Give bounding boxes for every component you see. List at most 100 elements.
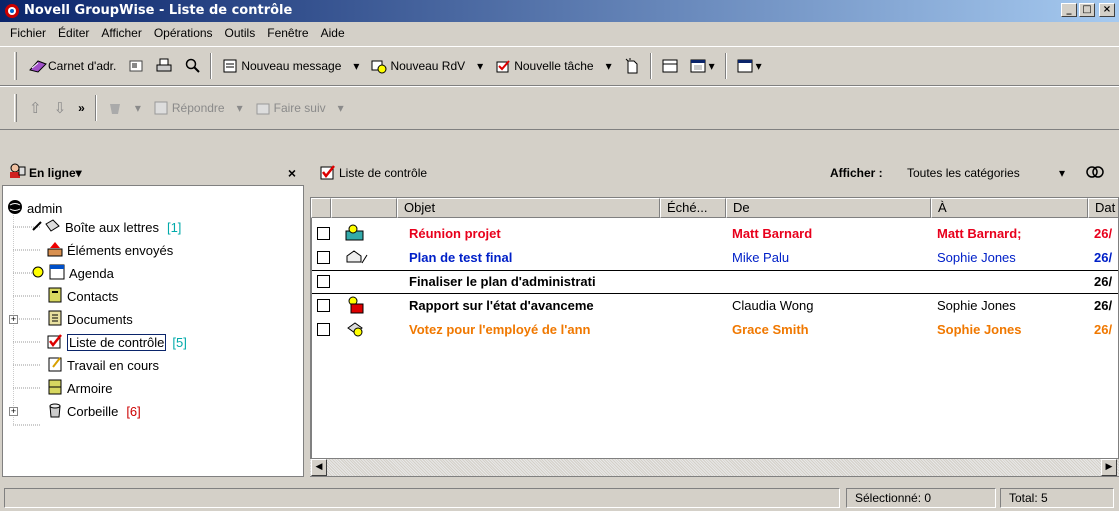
- online-mode-label[interactable]: En ligne: [29, 166, 76, 180]
- print-button[interactable]: [150, 54, 178, 78]
- tree-item-label: Contacts: [67, 288, 119, 304]
- date-cell: 26/: [1094, 298, 1113, 313]
- complete-checkbox[interactable]: [317, 299, 330, 312]
- tree-item-calendar[interactable]: Agenda: [31, 262, 114, 284]
- column-header-date[interactable]: Dat: [1088, 198, 1118, 218]
- menu-aide[interactable]: Aide: [315, 26, 351, 40]
- cleanup-button[interactable]: [101, 96, 129, 120]
- column-header-from[interactable]: De: [726, 198, 931, 218]
- column-header-icon[interactable]: [331, 198, 397, 218]
- table-row[interactable]: Votez pour l'employé de l'ann Grace Smith…: [311, 318, 1118, 342]
- horizontal-scrollbar[interactable]: ◀ ▶: [310, 458, 1119, 476]
- tree-item-sent[interactable]: Éléments envoyés: [47, 239, 173, 261]
- chevron-down-icon: ▾: [605, 59, 612, 73]
- documents-icon: [47, 310, 63, 329]
- new-message-button[interactable]: Nouveau message: [216, 54, 347, 78]
- new-document-icon: [624, 58, 640, 74]
- address-book-button[interactable]: Carnet d'adr.: [23, 54, 122, 78]
- item-type-icon: [345, 296, 367, 317]
- reply-label: Répondre: [171, 101, 225, 115]
- new-task-label: Nouvelle tâche: [514, 59, 594, 73]
- preview-pane-icon: [662, 58, 678, 74]
- close-panel-button[interactable]: ×: [288, 165, 296, 181]
- tree-item-label: Boîte aux lettres: [65, 219, 159, 235]
- find-more-icon[interactable]: [1086, 165, 1104, 182]
- new-task-button[interactable]: Nouvelle tâche: [489, 54, 599, 78]
- toolbar-overflow-button[interactable]: »: [72, 96, 91, 120]
- arrow-up-icon: ⇧: [29, 100, 42, 117]
- to-cell: Matt Barnard;: [937, 226, 1022, 241]
- forward-dropdown[interactable]: ▾: [332, 96, 350, 120]
- menu-outils[interactable]: Outils: [219, 26, 262, 40]
- menu-operations[interactable]: Opérations: [148, 26, 219, 40]
- toolbar-grip[interactable]: [14, 94, 17, 122]
- complete-checkbox[interactable]: [317, 323, 330, 336]
- search-button[interactable]: [178, 54, 206, 78]
- layout-button[interactable]: ▾: [731, 54, 768, 78]
- maximize-button[interactable]: □: [1079, 3, 1095, 17]
- table-row[interactable]: Rapport sur l'état d'avanceme Claudia Won…: [311, 294, 1118, 318]
- new-message-label: Nouveau message: [241, 59, 342, 73]
- minimize-button[interactable]: _: [1061, 3, 1077, 17]
- date-cell: 26/: [1094, 322, 1113, 337]
- menu-fenetre[interactable]: Fenêtre: [261, 26, 314, 40]
- table-row[interactable]: Plan de test final Mike Palu Sophie Jones 2…: [311, 246, 1118, 270]
- column-header-to[interactable]: À: [931, 198, 1088, 218]
- address-book-icon: [29, 58, 47, 74]
- cleanup-dropdown[interactable]: ▾: [129, 96, 147, 120]
- mailbox-icon: [31, 218, 61, 237]
- reply-dropdown[interactable]: ▾: [231, 96, 249, 120]
- tree-item-mailbox[interactable]: Boîte aux lettres [1]: [31, 216, 181, 238]
- clock-icon: [31, 265, 45, 282]
- complete-checkbox[interactable]: [317, 275, 330, 288]
- tree-item-trash[interactable]: Corbeille [6]: [47, 400, 141, 422]
- status-message-pane: [4, 488, 840, 508]
- new-message-dropdown[interactable]: ▾: [347, 54, 365, 78]
- view-button[interactable]: ▾: [684, 54, 721, 78]
- checklist-icon: [320, 164, 336, 183]
- from-cell: Mike Palu: [732, 250, 790, 265]
- table-row[interactable]: Réunion projet Matt Barnard Matt Barnard; 2…: [311, 222, 1118, 246]
- complete-checkbox[interactable]: [317, 227, 330, 240]
- previous-item-button[interactable]: ⇧: [23, 96, 48, 120]
- expand-documents-toggle[interactable]: +: [9, 315, 18, 324]
- tree-item-label: Travail en cours: [67, 357, 159, 373]
- tree-item-cabinet[interactable]: Armoire: [47, 377, 113, 399]
- chevron-down-icon[interactable]: ▾: [1059, 166, 1065, 180]
- new-document-button[interactable]: [618, 54, 646, 78]
- calendar-icon: [49, 264, 65, 283]
- item-toolbar: ⇧ ⇩ » ▾ Répondre ▾ Faire suiv ▾: [0, 86, 1119, 130]
- selected-count: Sélectionné: 0: [846, 488, 996, 508]
- tree-item-label: Documents: [67, 311, 133, 327]
- category-filter[interactable]: Toutes les catégories: [907, 166, 1020, 180]
- complete-checkbox[interactable]: [317, 251, 330, 264]
- menu-editer[interactable]: Éditer: [52, 26, 95, 40]
- tree-item-checklist[interactable]: Liste de contrôle [5]: [47, 331, 187, 353]
- chevron-down-icon[interactable]: ▾: [76, 166, 82, 180]
- scroll-left-button[interactable]: ◀: [311, 459, 327, 476]
- column-header-subject[interactable]: Objet: [397, 198, 660, 218]
- menu-fichier[interactable]: Fichier: [4, 26, 52, 40]
- column-header-checkbox[interactable]: [311, 198, 331, 218]
- tree-item-work-in-progress[interactable]: Travail en cours: [47, 354, 159, 376]
- tree-item-documents[interactable]: Documents: [47, 308, 133, 330]
- expand-armoire-toggle[interactable]: +: [9, 407, 18, 416]
- new-appointment-button[interactable]: Nouveau RdV: [365, 54, 471, 78]
- toolbar-grip[interactable]: [14, 52, 17, 80]
- next-item-button[interactable]: ⇩: [48, 96, 73, 120]
- contacts-icon: [47, 287, 63, 306]
- close-button[interactable]: ×: [1099, 3, 1115, 17]
- column-header-due[interactable]: Éché...: [660, 198, 726, 218]
- online-status-icon: [8, 163, 26, 182]
- tree-item-contacts[interactable]: Contacts: [47, 285, 118, 307]
- table-row[interactable]: Finaliser le plan d'administrati 26/: [311, 270, 1118, 294]
- new-task-dropdown[interactable]: ▾: [600, 54, 618, 78]
- find-button[interactable]: [122, 54, 150, 78]
- reply-button[interactable]: Répondre: [147, 96, 231, 120]
- preview-button[interactable]: [656, 54, 684, 78]
- scroll-right-button[interactable]: ▶: [1101, 459, 1117, 476]
- new-appointment-dropdown[interactable]: ▾: [471, 54, 489, 78]
- menu-afficher[interactable]: Afficher: [95, 26, 147, 40]
- forward-button[interactable]: Faire suiv: [249, 96, 332, 120]
- subject-cell: Votez pour l'employé de l'ann: [409, 322, 591, 337]
